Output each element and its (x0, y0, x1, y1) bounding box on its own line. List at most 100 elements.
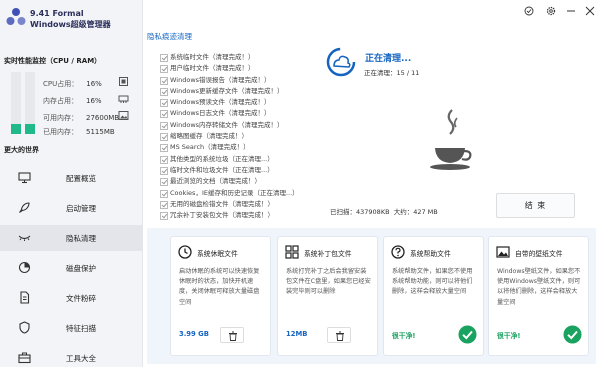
card-value: 很干净! (392, 332, 416, 340)
item-checkbox[interactable] (160, 76, 168, 85)
item-checkbox[interactable] (160, 99, 168, 108)
cpu-chip-icon[interactable] (118, 76, 129, 87)
nav-item-privacy[interactable]: 隐私清理 (0, 225, 143, 251)
item-checkbox[interactable] (160, 189, 168, 198)
clean-item-row[interactable]: 无用的磁盘检错文件（清理完成！） (160, 199, 299, 210)
cpu-label: CPU占用： (43, 80, 79, 88)
item-label: 缩略图缓存（清理完成！） (170, 132, 248, 141)
item-checkbox[interactable] (160, 212, 168, 221)
item-label: 临时文件和垃圾文件（正在清理...） (170, 165, 274, 174)
image-icon[interactable] (118, 110, 129, 121)
section-title: 隐私痕迹清理 (147, 32, 192, 41)
item-label: 系统临时文件（清理完成！） (170, 53, 255, 61)
nav-label: 磁盘保护 (66, 264, 96, 273)
card-hibernate[interactable]: 系统休眠文件 启动休眠的系统可以快速恢复休眠时的状态，加快开机速度，关闭休眠可释… (170, 236, 271, 356)
cloud-spinner-icon (326, 47, 356, 77)
card-value: 12MB (286, 330, 308, 338)
item-checkbox[interactable] (160, 121, 168, 130)
nav-item-startup[interactable]: 启动管理 (0, 195, 143, 221)
item-checkbox[interactable] (160, 178, 168, 187)
item-label: Windows日志文件（清理完成！） (170, 109, 271, 118)
card-patch[interactable]: 系统补丁包文件 系统打完补丁之后会我留安装包文件在C盘里，如果您已经安装完毕则可… (277, 236, 378, 356)
item-checkbox[interactable] (160, 65, 168, 74)
settings-gear-icon[interactable] (546, 6, 556, 16)
item-label: 最近浏览的文档（清理完成！） (170, 177, 261, 186)
item-checkbox[interactable] (160, 200, 168, 209)
nav-item-disk[interactable]: 磁盘保护 (0, 255, 143, 281)
wallpaper-icon (496, 246, 510, 258)
item-checkbox[interactable] (160, 166, 168, 175)
used-label: 已用内存： (43, 128, 78, 136)
delete-button[interactable] (327, 327, 351, 343)
item-checkbox[interactable] (160, 87, 168, 96)
item-checkbox[interactable] (160, 155, 168, 164)
clean-item-row[interactable]: 最近浏览的文档（清理完成！） (160, 176, 299, 187)
item-label: 无用的磁盘检错文件（清理完成！） (170, 199, 274, 208)
realtime-monitor-title: 实时性能监控（CPU / RAM） (4, 57, 102, 65)
clean-item-row[interactable]: 缩略图缓存（清理完成！） (160, 131, 299, 142)
clean-item-row[interactable]: Cookies，IE缓存和历史记录（正在清理...） (160, 188, 299, 199)
item-label: Windows错误报告（清理完成！） (170, 75, 271, 84)
end-button[interactable]: 结 束 (496, 193, 575, 218)
help-icon (391, 245, 405, 259)
clean-item-row[interactable]: 其他类型的系统垃圾（正在清理...） (160, 154, 299, 165)
cleaning-progress: 正在清理：15 / 11 (364, 67, 419, 77)
item-label: Windows预读文件（清理完成！） (170, 98, 271, 107)
delete-button[interactable] (220, 327, 244, 343)
clean-item-row[interactable]: Windows预读文件（清理完成！） (160, 97, 299, 108)
card-wallpaper[interactable]: 自带的壁纸文件 Windows壁纸文件，如果您不使用Windows壁纸文件，则可… (488, 236, 589, 356)
item-checkbox[interactable] (160, 54, 168, 62)
check-update-icon[interactable] (524, 6, 534, 16)
clean-item-row[interactable]: 临时文件和垃圾文件（正在清理...） (160, 165, 299, 176)
mem-bar (25, 72, 35, 134)
clean-item-row[interactable]: Windows错误报告（清理完成！） (160, 75, 299, 86)
clean-item-row[interactable]: 用户临时文件（清理完成！） (160, 63, 299, 74)
card-title: 系统帮助文件 (410, 250, 451, 258)
card-value: 3.99 GB (179, 330, 209, 338)
app-logo-icon (6, 8, 26, 25)
clean-item-row[interactable]: 系统临时文件（清理完成！） (160, 52, 299, 63)
mem-value: 16% (86, 97, 102, 105)
memory-icon[interactable] (118, 93, 129, 104)
item-checkbox[interactable] (160, 133, 168, 142)
clean-item-row[interactable]: Windows日志文件（清理完成！） (160, 108, 299, 119)
close-icon[interactable] (585, 6, 595, 16)
clean-item-row[interactable]: Windows内存转储文件（清理完成！） (160, 120, 299, 131)
more-world-title: 更大的世界 (4, 146, 39, 154)
scan-summary: 已扫描：437908KB 大约：427 MB (330, 206, 438, 216)
trash-icon (336, 331, 344, 341)
monitor-icon (18, 172, 31, 184)
nav-item-scan[interactable]: 特征扫描 (0, 315, 143, 341)
clean-item-list: 系统临时文件（清理完成！） 用户临时文件（清理完成！） Windows错误报告（清理… (160, 52, 299, 221)
card-help[interactable]: 系统帮助文件 系统帮助文件，如果您不使用系统帮助功能，则可以将他们删除，这样会释… (383, 236, 484, 356)
app-name: Windows超级管理器 (30, 20, 111, 29)
nav-item-tools[interactable]: 工具大全 (0, 345, 143, 367)
clean-item-row[interactable]: Windows更新缓存文件（清理完成！） (160, 86, 299, 97)
app-version: 9.41 Formal (30, 9, 84, 18)
shield-icon (19, 321, 30, 334)
item-checkbox[interactable] (160, 144, 168, 153)
nav-item-config[interactable]: 配置概览 (0, 165, 143, 191)
item-label: 其他类型的系统垃圾（正在清理...） (170, 154, 274, 163)
card-description: 启动休眠的系统可以快速恢复休眠时的状态，加快开机速度，关闭休眠可释放大量磁盘空间 (179, 268, 260, 306)
card-value: 很干净! (497, 332, 521, 340)
coffee-cup-icon (430, 109, 472, 170)
clean-item-row[interactable]: MS Search（清理完成！） (160, 142, 299, 153)
nav-label: 文件粉碎 (66, 294, 96, 303)
nav-item-shred[interactable]: 文件粉碎 (0, 285, 143, 311)
item-label: 冗余补丁安装包文件（清理完成！） (170, 211, 274, 220)
clean-item-row[interactable]: 冗余补丁安装包文件（清理完成！） (160, 210, 299, 221)
nav-label: 特征扫描 (66, 324, 96, 333)
cpu-value: 16% (86, 80, 102, 88)
nav-label: 配置概览 (66, 174, 96, 183)
card-description: Windows壁纸文件，如果您不使用Windows壁纸文件，则可以将他们删除，这… (497, 268, 581, 306)
found-value: 437908KB (356, 208, 390, 216)
nav-label: 工具大全 (66, 354, 96, 363)
used-stat: 已用内存： 5115MB (43, 127, 115, 137)
size-label: 大约： (393, 208, 414, 216)
mem-bar-fill (25, 124, 35, 134)
avail-value: 27600MB (86, 114, 120, 122)
minimize-icon[interactable] (566, 6, 576, 16)
item-checkbox[interactable] (160, 110, 168, 119)
found-label: 已扫描： (330, 208, 356, 216)
